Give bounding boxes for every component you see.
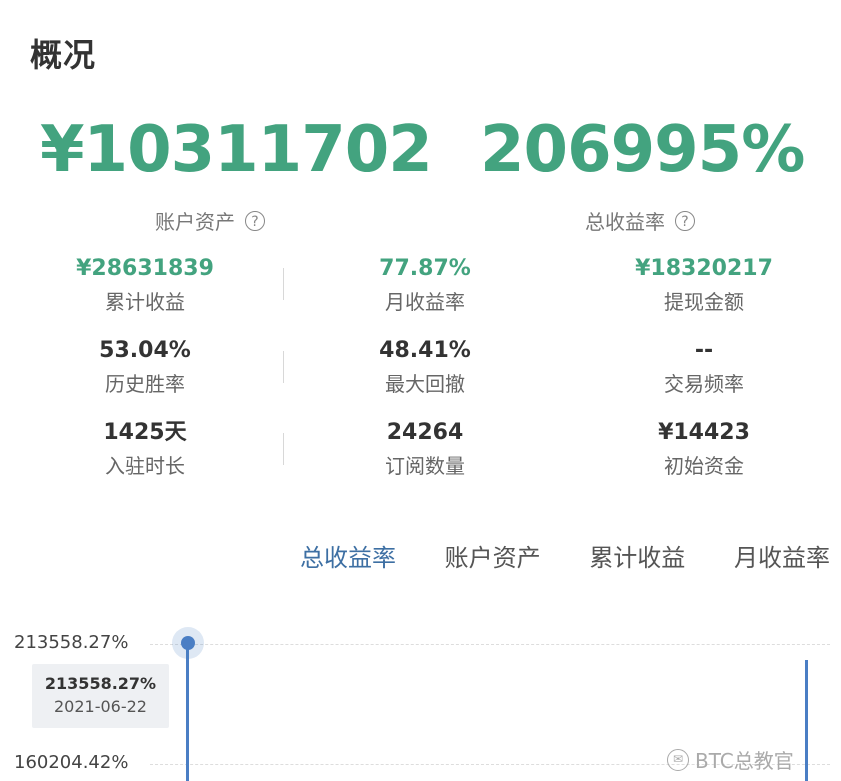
- chart-tabs: 总收益率 账户资产 累计收益 月收益率: [300, 538, 830, 573]
- account-assets-label: 账户资产: [155, 210, 235, 234]
- stat-tenure: 1425天 入驻时长: [103, 420, 187, 479]
- stat-win-rate: 53.04% 历史胜率: [99, 338, 191, 397]
- series-line-left: [186, 643, 189, 781]
- total-return-label: 总收益率: [585, 210, 665, 234]
- tab-account-assets[interactable]: 账户资产: [445, 538, 541, 573]
- tab-monthly-return[interactable]: 月收益率: [734, 538, 830, 573]
- series-line-right: [805, 660, 808, 781]
- wechat-icon: ✉: [667, 748, 689, 771]
- account-assets-value: ¥10311702: [40, 113, 433, 187]
- divider: [283, 351, 284, 383]
- gridline: [150, 644, 830, 645]
- stat-initial-capital: ¥14423 初始资金: [658, 420, 750, 479]
- account-assets-stat: ¥10311702 账户资产 ?: [40, 113, 433, 235]
- tooltip-value: 213558.27%: [44, 674, 157, 693]
- stat-subscriptions: 24264 订阅数量: [385, 420, 465, 479]
- divider: [283, 268, 284, 300]
- chart-tooltip: 213558.27% 2021-06-22: [32, 664, 169, 728]
- tab-total-return[interactable]: 总收益率: [300, 538, 396, 573]
- stat-cumulative-income: ¥28631839 累计收益: [76, 256, 214, 315]
- help-icon[interactable]: ?: [245, 210, 265, 231]
- stat-trade-frequency: -- 交易频率: [664, 338, 744, 397]
- y-tick-label: 213558.27%: [14, 632, 129, 653]
- tooltip-date: 2021-06-22: [54, 697, 147, 716]
- watermark-text: BTC总教官: [695, 749, 794, 773]
- stat-max-drawdown: 48.41% 最大回撤: [379, 338, 471, 397]
- data-point-marker[interactable]: [181, 636, 195, 650]
- total-return-stat: 206995% 总收益率 ?: [480, 113, 805, 235]
- stat-monthly-return: 77.87% 月收益率: [379, 256, 471, 315]
- stat-withdrawal-amount: ¥18320217 提现金额: [635, 256, 773, 315]
- watermark: ✉ BTC总教官: [667, 745, 794, 774]
- total-return-value: 206995%: [480, 113, 805, 187]
- help-icon[interactable]: ?: [675, 210, 695, 231]
- section-title: 概况: [30, 36, 97, 74]
- tab-cumulative-income[interactable]: 累计收益: [589, 538, 685, 573]
- y-tick-label: 160204.42%: [14, 752, 129, 773]
- divider: [283, 433, 284, 465]
